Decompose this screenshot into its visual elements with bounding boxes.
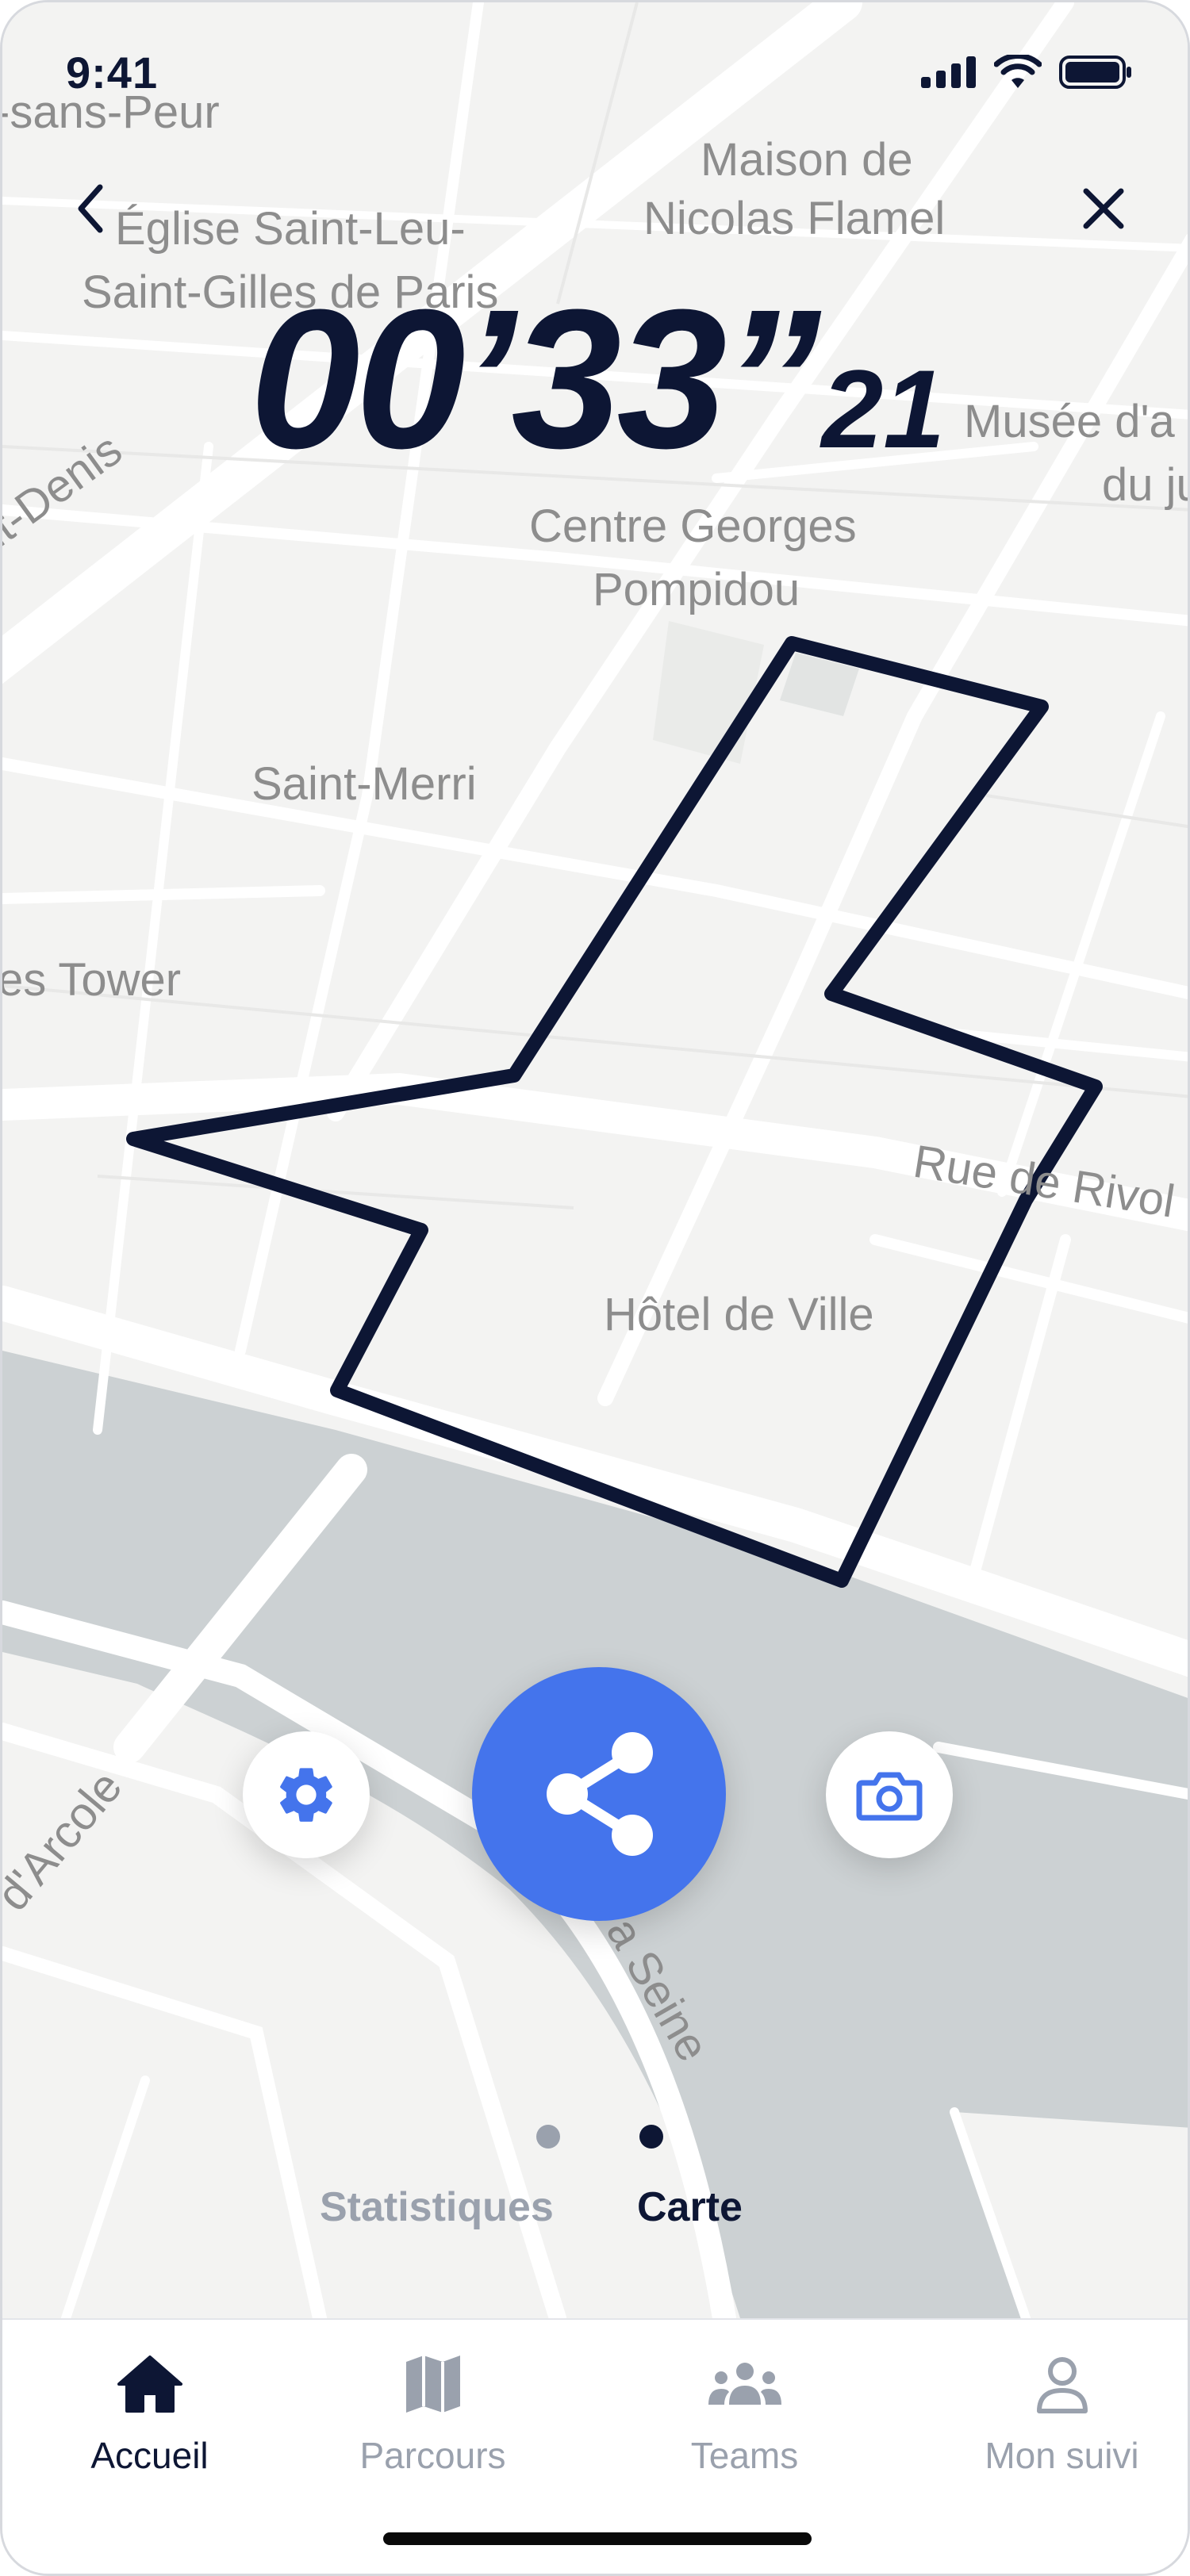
user-icon [1036, 2357, 1088, 2413]
close-button[interactable] [1072, 177, 1135, 240]
map-label-hotel-de-ville: Hôtel de Ville [604, 1289, 874, 1340]
pager-label-carte[interactable]: Carte [637, 2183, 743, 2231]
map-icon [405, 2356, 460, 2413]
tab-parcours[interactable]: Parcours [284, 2320, 582, 2526]
share-icon [547, 1732, 653, 1856]
wifi-icon [994, 55, 1042, 88]
chevron-left-icon [78, 184, 103, 233]
settings-button[interactable] [243, 1731, 370, 1858]
timer-main: 00’33” [249, 268, 822, 489]
map-label-saint-merri: Saint-Merri [251, 758, 477, 810]
tab-accueil[interactable]: Accueil [2, 2320, 298, 2526]
tab-bar: Accueil Parcours Teams Mon suivi [2, 2318, 1188, 2574]
timer-hundredths: 21 [821, 347, 946, 471]
tab-mon-suivi[interactable]: Mon suivi [913, 2320, 1188, 2526]
tab-label-mon-suivi: Mon suivi [985, 2435, 1139, 2476]
pager-dot-statistiques[interactable] [536, 2125, 560, 2149]
gear-icon [280, 1768, 332, 1822]
map-label-centre-line1: Centre Georges [529, 500, 857, 552]
close-icon [1083, 188, 1124, 229]
tab-label-parcours: Parcours [359, 2435, 506, 2476]
tab-label-teams: Teams [690, 2435, 799, 2476]
status-bar: 9:41 [2, 2, 1188, 145]
tab-label-accueil: Accueil [90, 2435, 209, 2476]
back-button[interactable] [58, 177, 121, 240]
status-icons [921, 55, 1132, 90]
phone-screen: -sans-Peur Maison de Nicolas Flamel Égli… [0, 0, 1190, 2576]
cellular-signal-icon [921, 56, 976, 88]
team-icon [708, 2363, 781, 2405]
map-label-eglise-line1: Église Saint-Leu- [115, 203, 466, 255]
map-label-centre-line2: Pompidou [593, 564, 800, 615]
camera-icon [856, 1772, 923, 1821]
map-label-tower: es Tower [2, 954, 181, 1006]
pager-label-statistiques[interactable]: Statistiques [320, 2183, 554, 2231]
map-label-maison-line2: Nicolas Flamel [643, 193, 945, 244]
camera-button[interactable] [826, 1731, 953, 1858]
tab-teams[interactable]: Teams [596, 2320, 893, 2526]
pager-dot-carte[interactable] [639, 2125, 663, 2149]
status-time: 9:41 [66, 48, 159, 98]
elapsed-timer: 00’33”21 [2, 280, 1188, 478]
share-button[interactable] [472, 1667, 726, 1921]
home-icon [117, 2356, 182, 2413]
battery-icon [1059, 56, 1131, 89]
home-indicator [383, 2532, 812, 2545]
